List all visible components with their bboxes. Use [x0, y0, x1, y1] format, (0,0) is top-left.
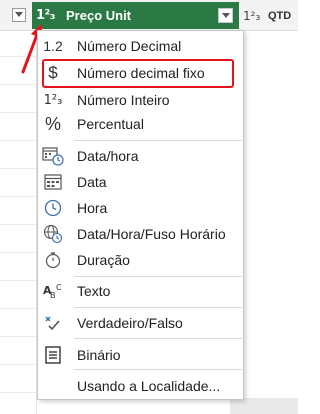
stopwatch-icon — [42, 249, 64, 271]
menu-item-time[interactable]: Hora — [38, 195, 243, 221]
highlight-box — [42, 59, 234, 88]
menu-separator — [74, 369, 242, 370]
menu-item-true-false[interactable]: Verdadeiro/Falso — [38, 310, 243, 336]
grid-row-divider — [0, 196, 36, 197]
true-false-icon — [42, 312, 64, 334]
menu-item-label: Número Inteiro — [77, 92, 170, 108]
menu-separator — [74, 276, 242, 277]
grid-row-divider — [0, 112, 36, 113]
menu-item-datetime-timezone[interactable]: Data/Hora/Fuso Horário — [38, 221, 243, 247]
menu-item-datetime[interactable]: Data/hora — [38, 143, 243, 169]
clock-icon — [42, 197, 64, 219]
grid-row-divider — [0, 308, 36, 309]
datetime-icon — [42, 145, 64, 167]
binary-icon — [42, 344, 64, 366]
grid-row-divider — [0, 392, 36, 393]
menu-item-label: Texto — [77, 283, 111, 299]
menu-item-label: Data — [77, 174, 107, 190]
grid-row-divider — [0, 364, 36, 365]
grid-row-divider — [0, 280, 36, 281]
menu-item-label: Duração — [77, 252, 130, 268]
menu-item-decimal-number[interactable]: 1.2 Número Decimal — [38, 33, 243, 59]
svg-text:C: C — [56, 283, 62, 292]
grid-row-divider — [0, 336, 36, 337]
grid-row-divider — [0, 84, 36, 85]
menu-item-label: Data/Hora/Fuso Horário — [77, 226, 226, 242]
whole-number-icon: 1²₃ — [43, 92, 63, 108]
next-column-type-button[interactable]: 1²₃ — [243, 9, 260, 23]
decimal-number-icon: 1.2 — [43, 38, 63, 54]
menu-item-label: Usando a Localidade... — [77, 378, 221, 394]
globe-clock-icon — [42, 223, 64, 245]
menu-item-label: Verdadeiro/Falso — [77, 315, 183, 331]
chevron-down-icon — [15, 12, 23, 17]
grid-row-divider — [0, 224, 36, 225]
menu-item-text[interactable]: A B C Texto — [38, 278, 243, 304]
text-abc-icon: A B C — [42, 280, 64, 302]
percent-icon: % — [44, 113, 61, 134]
column-title: Preço Unit — [66, 8, 132, 23]
menu-item-label: Data/hora — [77, 148, 139, 164]
menu-item-binary[interactable]: Binário — [38, 342, 243, 368]
menu-item-label: Percentual — [77, 116, 144, 132]
chevron-down-icon — [221, 12, 230, 18]
data-type-menu: 1.2 Número Decimal $ Número decimal fixo… — [37, 30, 244, 400]
calendar-icon — [42, 171, 64, 193]
menu-item-label: Hora — [77, 200, 108, 216]
menu-item-label: Binário — [77, 347, 121, 363]
menu-separator — [74, 140, 242, 141]
menu-item-date[interactable]: Data — [38, 169, 243, 195]
svg-text:B: B — [50, 291, 56, 300]
menu-item-using-locale[interactable]: Usando a Localidade... — [38, 373, 243, 399]
menu-item-whole-number[interactable]: 1²₃ Número Inteiro — [38, 87, 243, 113]
menu-item-duration[interactable]: Duração — [38, 247, 243, 273]
menu-separator — [74, 307, 242, 308]
selected-column-header[interactable]: 1²₃ Preço Unit — [32, 2, 239, 29]
next-column-title: QTD — [268, 10, 292, 22]
column-filter-button[interactable] — [218, 8, 233, 23]
menu-item-percentage[interactable]: % Percentual — [38, 111, 243, 137]
menu-item-label: Número Decimal — [77, 38, 182, 54]
horizontal-scrollbar-track[interactable] — [230, 398, 298, 414]
menu-separator — [74, 338, 242, 339]
grid-row-divider — [0, 252, 36, 253]
grid-row-divider — [0, 140, 36, 141]
grid-row-divider — [0, 168, 36, 169]
